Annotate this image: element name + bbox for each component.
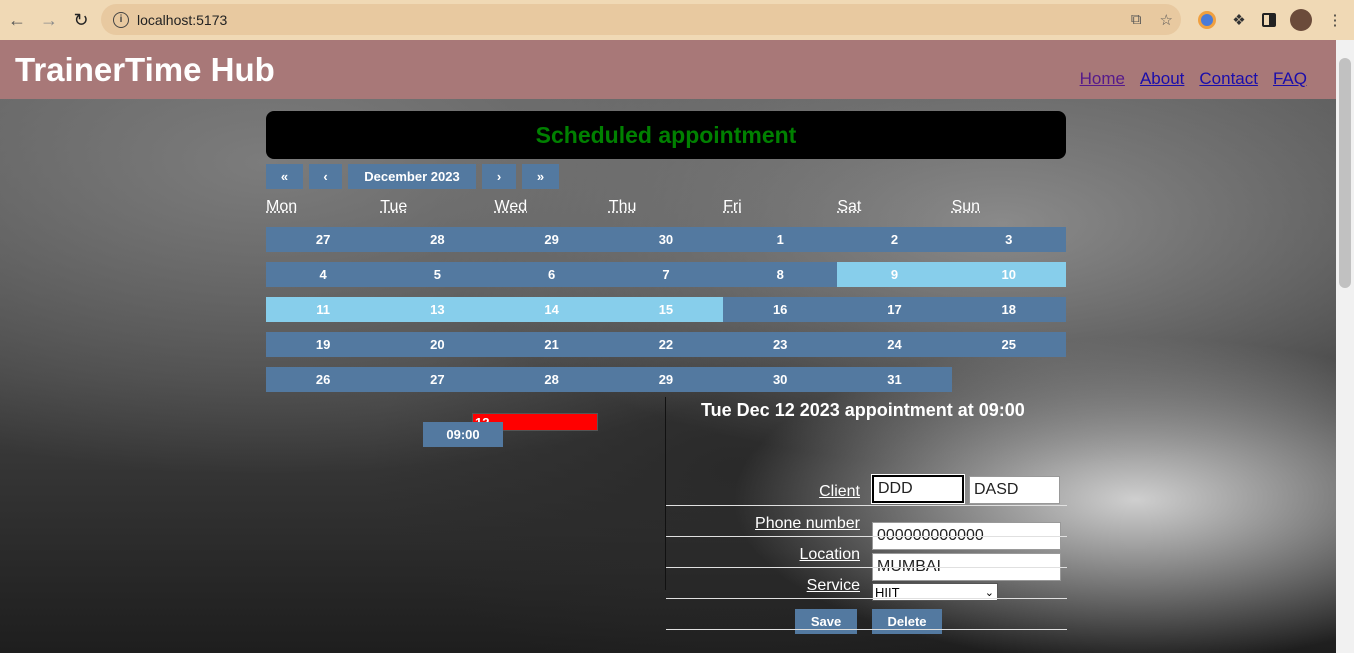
- banner-title: Scheduled appointment: [535, 122, 797, 148]
- nav-faq-link[interactable]: FAQ: [1273, 69, 1307, 89]
- calendar-day[interactable]: 15: [608, 297, 724, 322]
- calendar-day[interactable]: 21: [494, 332, 609, 357]
- side-panel-icon[interactable]: [1262, 13, 1276, 27]
- site-info-icon[interactable]: i: [113, 11, 129, 28]
- back-icon[interactable]: ←: [1, 4, 33, 36]
- main-nav: Home About Contact FAQ: [1080, 69, 1307, 89]
- calendar-day[interactable]: 28: [380, 227, 495, 252]
- form-divider: [666, 598, 1067, 599]
- extension-icon[interactable]: [1198, 11, 1216, 29]
- calendar-grid: 2728293012345678910111213141516171819202…: [266, 227, 1066, 431]
- nav-contact-link[interactable]: Contact: [1199, 69, 1258, 89]
- calendar-day[interactable]: 19: [266, 332, 381, 357]
- calendar-day[interactable]: 26: [266, 367, 381, 392]
- next-year-button[interactable]: »: [522, 164, 559, 189]
- prev-month-button[interactable]: ‹: [309, 164, 342, 189]
- calendar-day[interactable]: 9: [837, 262, 952, 287]
- form-divider: [666, 505, 1067, 506]
- forward-icon[interactable]: →: [33, 4, 65, 36]
- calendar-day[interactable]: 18: [951, 297, 1066, 322]
- calendar-day[interactable]: 16: [723, 297, 838, 322]
- reload-icon[interactable]: ↻: [65, 4, 97, 36]
- weekday-label: Sun: [951, 198, 981, 215]
- nav-about-link[interactable]: About: [1140, 69, 1184, 89]
- calendar-day[interactable]: 13: [380, 297, 495, 322]
- save-button[interactable]: Save: [795, 609, 857, 634]
- location-label: Location: [799, 546, 861, 563]
- calendar-day[interactable]: 30: [608, 227, 724, 252]
- calendar-day[interactable]: 4: [266, 262, 381, 287]
- weekday-label: Wed: [494, 198, 528, 215]
- calendar-day[interactable]: 1: [723, 227, 838, 252]
- calendar-day[interactable]: 27: [380, 367, 495, 392]
- phone-label: Phone number: [755, 515, 860, 532]
- client-label: Client: [819, 483, 860, 500]
- page-background: TrainerTime Hub Home About Contact FAQ S…: [0, 40, 1336, 653]
- weekday-label: Mon: [266, 198, 298, 215]
- time-slot-button[interactable]: 09:00: [423, 422, 503, 447]
- calendar-day[interactable]: 17: [837, 297, 952, 322]
- calendar-day[interactable]: 3: [951, 227, 1066, 252]
- service-label: Service: [806, 577, 860, 594]
- calendar-day[interactable]: 10: [951, 262, 1066, 287]
- prev-year-button[interactable]: «: [266, 164, 303, 189]
- calendar-day[interactable]: 27: [266, 227, 381, 252]
- nav-home-link[interactable]: Home: [1080, 69, 1125, 89]
- brand-title: TrainerTime Hub: [15, 51, 275, 88]
- calendar-day[interactable]: 5: [380, 262, 495, 287]
- puzzle-icon[interactable]: ❖: [1230, 11, 1248, 29]
- calendar-day[interactable]: 30: [723, 367, 838, 392]
- calendar-day[interactable]: 25: [951, 332, 1066, 357]
- share-icon[interactable]: ⧉: [1131, 11, 1142, 28]
- calendar-day[interactable]: 2: [837, 227, 952, 252]
- scheduled-banner: Scheduled appointment: [266, 111, 1066, 159]
- url-text: localhost:5173: [137, 11, 228, 28]
- site-header: TrainerTime Hub Home About Contact FAQ: [0, 40, 1336, 99]
- calendar-navigation: « ‹ December 2023 › »: [266, 164, 559, 189]
- calendar-day[interactable]: 29: [494, 227, 609, 252]
- calendar-day[interactable]: 7: [608, 262, 724, 287]
- more-menu-icon[interactable]: ⋮: [1326, 11, 1344, 29]
- calendar-day[interactable]: 22: [608, 332, 724, 357]
- weekday-label: Tue: [380, 198, 408, 215]
- browser-toolbar: ← → ↻ i localhost:5173 ⧉ ☆ ❖ ⋮: [0, 0, 1354, 40]
- calendar-day[interactable]: 14: [494, 297, 609, 322]
- calendar-day[interactable]: 28: [494, 367, 609, 392]
- calendar-day[interactable]: 24: [837, 332, 952, 357]
- calendar-day[interactable]: 31: [837, 367, 952, 392]
- calendar-day[interactable]: 29: [608, 367, 724, 392]
- profile-avatar[interactable]: [1290, 9, 1312, 31]
- appointment-form: Tue Dec 12 2023 appointment at 09:00 Cli…: [665, 397, 1067, 634]
- calendar-day[interactable]: 11: [266, 297, 381, 322]
- bookmark-star-icon[interactable]: ☆: [1160, 11, 1173, 29]
- weekday-label: Thu: [608, 198, 637, 215]
- address-bar[interactable]: i localhost:5173 ⧉ ☆: [101, 4, 1181, 35]
- calendar-day[interactable]: 6: [494, 262, 609, 287]
- appointment-title: Tue Dec 12 2023 appointment at 09:00: [701, 400, 1025, 420]
- weekday-header: Mon Tue Wed Thu Fri Sat Sun: [266, 198, 1066, 216]
- delete-button[interactable]: Delete: [872, 609, 942, 634]
- weekday-label: Fri: [723, 198, 742, 215]
- month-label-button[interactable]: December 2023: [348, 164, 476, 189]
- weekday-label: Sat: [837, 198, 862, 215]
- form-divider: [666, 536, 1067, 537]
- calendar-day[interactable]: 20: [380, 332, 495, 357]
- page-scrollbar[interactable]: [1336, 40, 1354, 653]
- calendar-day[interactable]: 8: [723, 262, 838, 287]
- chevron-down-icon: ⌄: [984, 586, 994, 599]
- next-month-button[interactable]: ›: [482, 164, 516, 189]
- scrollbar-thumb[interactable]: [1339, 58, 1351, 288]
- form-divider: [666, 567, 1067, 568]
- client-first-name-input[interactable]: DDD: [872, 475, 964, 503]
- calendar-day[interactable]: 23: [723, 332, 838, 357]
- client-last-name-input[interactable]: DASD: [969, 476, 1060, 504]
- form-divider: [666, 629, 1067, 630]
